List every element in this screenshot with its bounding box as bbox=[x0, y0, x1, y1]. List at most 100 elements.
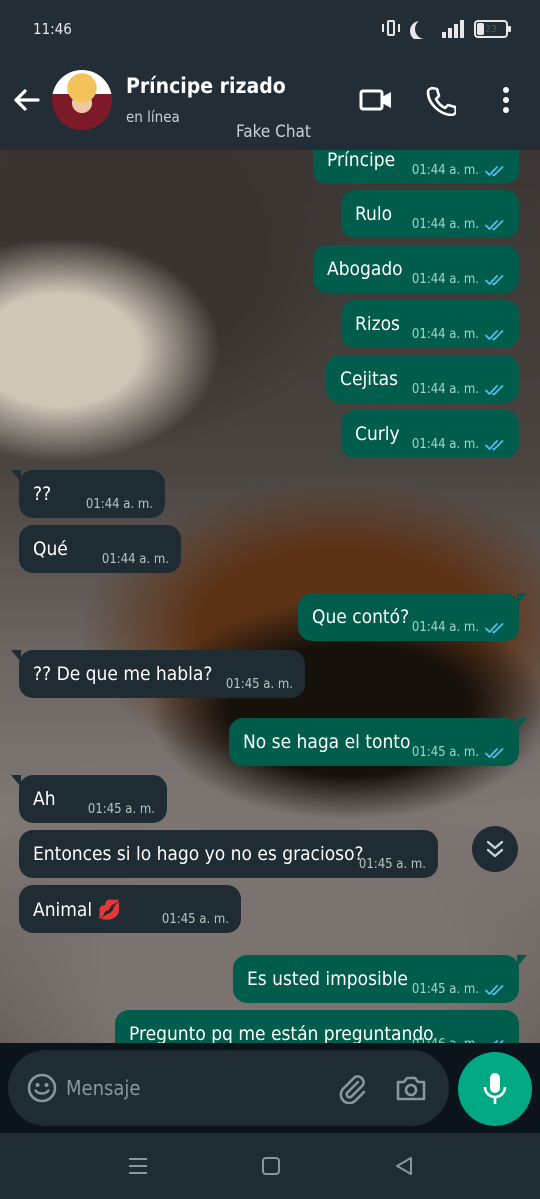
read-receipt-icon bbox=[485, 274, 504, 285]
status-bar: 11:46 23 bbox=[0, 0, 540, 62]
message-time: 01:44 a. m. bbox=[411, 437, 479, 452]
message-text: Es usted imposible bbox=[247, 968, 408, 990]
back-arrow-icon[interactable] bbox=[10, 84, 42, 116]
avatar[interactable] bbox=[52, 70, 112, 130]
message-text: Cejitas bbox=[340, 368, 399, 390]
battery-icon: 23 bbox=[474, 20, 511, 38]
incoming-message[interactable]: ?? 01:44 a. m. bbox=[11, 470, 165, 518]
message-time: 01:45 a. m. bbox=[161, 912, 229, 927]
read-receipt-icon bbox=[485, 165, 504, 176]
more-options-icon[interactable] bbox=[494, 84, 518, 116]
message-text: Entonces si lo hago yo no es gracioso? bbox=[33, 843, 364, 865]
outgoing-message[interactable]: Que contó? 01:44 a. m. bbox=[298, 593, 527, 641]
contact-name[interactable]: Príncipe rizado bbox=[126, 74, 286, 98]
read-receipt-icon bbox=[485, 747, 504, 758]
read-receipt-icon bbox=[485, 984, 504, 995]
read-receipt-icon bbox=[485, 439, 504, 450]
outgoing-message[interactable]: Abogado 01:44 a. m. bbox=[313, 245, 519, 293]
message-text: ?? De que me habla? bbox=[33, 663, 213, 685]
incoming-message[interactable]: Ah 01:45 a. m. bbox=[11, 775, 167, 823]
message-time: 01:45 a. m. bbox=[411, 745, 479, 760]
message-text: Curly bbox=[355, 423, 400, 445]
message-time: 01:44 a. m. bbox=[411, 327, 479, 342]
read-receipt-icon bbox=[485, 384, 504, 395]
message-meta: 01:44 a. m. bbox=[412, 217, 507, 232]
message-text: No se haga el tonto bbox=[243, 731, 411, 753]
signal-icon bbox=[442, 20, 464, 38]
message-meta: 01:44 a. m. bbox=[102, 552, 169, 567]
video-call-icon[interactable] bbox=[358, 86, 394, 114]
scroll-down-icon bbox=[486, 840, 504, 858]
message-meta: 01:45 a. m. bbox=[412, 745, 507, 760]
nav-back-icon[interactable] bbox=[394, 1156, 414, 1176]
composer bbox=[0, 1043, 540, 1133]
message-meta: 01:45 a. m. bbox=[226, 677, 293, 692]
read-receipt-icon bbox=[485, 622, 504, 633]
message-meta: 01:44 a. m. bbox=[412, 272, 507, 287]
chat-header: Príncipe rizado en línea Fake Chat bbox=[0, 62, 540, 150]
vibrate-icon bbox=[382, 18, 400, 40]
message-time: 01:44 a. m. bbox=[411, 382, 479, 397]
message-meta: 01:45 a. m. bbox=[162, 912, 229, 927]
message-meta: 01:44 a. m. bbox=[412, 163, 507, 178]
incoming-message[interactable]: ?? De que me habla? 01:45 a. m. bbox=[11, 650, 305, 698]
phone-icon[interactable] bbox=[424, 84, 456, 116]
message-time: 01:44 a. m. bbox=[101, 552, 169, 567]
recent-apps-icon[interactable] bbox=[128, 1157, 148, 1175]
outgoing-message[interactable]: Cejitas 01:44 a. m. bbox=[326, 355, 519, 403]
message-time: 01:44 a. m. bbox=[411, 163, 479, 178]
status-time: 11:46 bbox=[33, 20, 72, 38]
message-meta: 01:44 a. m. bbox=[412, 437, 507, 452]
incoming-message[interactable]: Qué 01:44 a. m. bbox=[19, 525, 181, 573]
battery-level: 23 bbox=[485, 23, 497, 35]
outgoing-message[interactable]: Es usted imposible 01:45 a. m. bbox=[233, 955, 527, 1003]
outgoing-message[interactable]: Rulo 01:44 a. m. bbox=[341, 190, 519, 238]
message-time: 01:45 a. m. bbox=[411, 982, 479, 997]
attach-icon[interactable] bbox=[336, 1072, 368, 1104]
message-time: 01:44 a. m. bbox=[85, 497, 153, 512]
message-time: 01:44 a. m. bbox=[411, 272, 479, 287]
status-icons: 23 bbox=[382, 18, 511, 40]
message-time: 01:45 a. m. bbox=[358, 857, 426, 872]
camera-icon[interactable] bbox=[394, 1072, 428, 1104]
outgoing-message[interactable]: Rizos 01:44 a. m. bbox=[341, 300, 519, 348]
outgoing-message[interactable]: Curly 01:44 a. m. bbox=[341, 410, 519, 458]
message-meta: 01:44 a. m. bbox=[412, 382, 507, 397]
contact-status: en línea bbox=[126, 108, 180, 126]
message-text: Ah bbox=[33, 788, 56, 810]
message-input[interactable] bbox=[66, 1068, 316, 1108]
message-meta: 01:45 a. m. bbox=[359, 857, 426, 872]
home-icon[interactable] bbox=[262, 1157, 280, 1175]
message-time: 01:44 a. m. bbox=[411, 620, 479, 635]
message-time: 01:45 a. m. bbox=[225, 677, 293, 692]
read-receipt-icon bbox=[485, 329, 504, 340]
message-meta: 01:44 a. m. bbox=[412, 620, 507, 635]
moon-icon bbox=[410, 19, 432, 39]
message-text: Rulo bbox=[355, 203, 393, 225]
mic-icon bbox=[483, 1073, 507, 1104]
message-time: 01:44 a. m. bbox=[411, 217, 479, 232]
emoji-icon[interactable] bbox=[26, 1072, 58, 1104]
message-text: Abogado bbox=[327, 258, 403, 280]
fake-chat-watermark: Fake Chat bbox=[236, 122, 311, 142]
message-time: 01:45 a. m. bbox=[87, 802, 155, 817]
message-box[interactable] bbox=[8, 1050, 449, 1126]
message-meta: 01:44 a. m. bbox=[412, 327, 507, 342]
message-text: Príncipe bbox=[327, 150, 396, 171]
scroll-down-button[interactable] bbox=[472, 826, 518, 872]
message-meta: 01:45 a. m. bbox=[88, 802, 155, 817]
outgoing-message[interactable]: No se haga el tonto 01:45 a. m. bbox=[229, 718, 527, 766]
outgoing-message[interactable]: Príncipe 01:44 a. m. bbox=[313, 150, 519, 184]
message-text: Rizos bbox=[355, 313, 400, 335]
outgoing-message[interactable]: Pregunto pq me están preguntando01:46 a.… bbox=[115, 1010, 519, 1043]
read-receipt-icon bbox=[485, 219, 504, 230]
incoming-message[interactable]: Animal 💋 01:45 a. m. bbox=[19, 885, 241, 933]
message-meta: 01:45 a. m. bbox=[412, 982, 507, 997]
message-text: ?? bbox=[33, 483, 52, 505]
message-text: Que contó? bbox=[312, 606, 410, 628]
chat-area[interactable]: Príncipe 01:44 a. m. Rulo 01:44 a. m. Abogad… bbox=[0, 150, 540, 1043]
mic-button[interactable] bbox=[458, 1052, 532, 1126]
incoming-message[interactable]: Entonces si lo hago yo no es gracioso? 01… bbox=[19, 830, 438, 878]
message-text: Pregunto pq me están preguntando bbox=[129, 1023, 434, 1043]
message-text: Animal 💋 bbox=[33, 898, 122, 921]
